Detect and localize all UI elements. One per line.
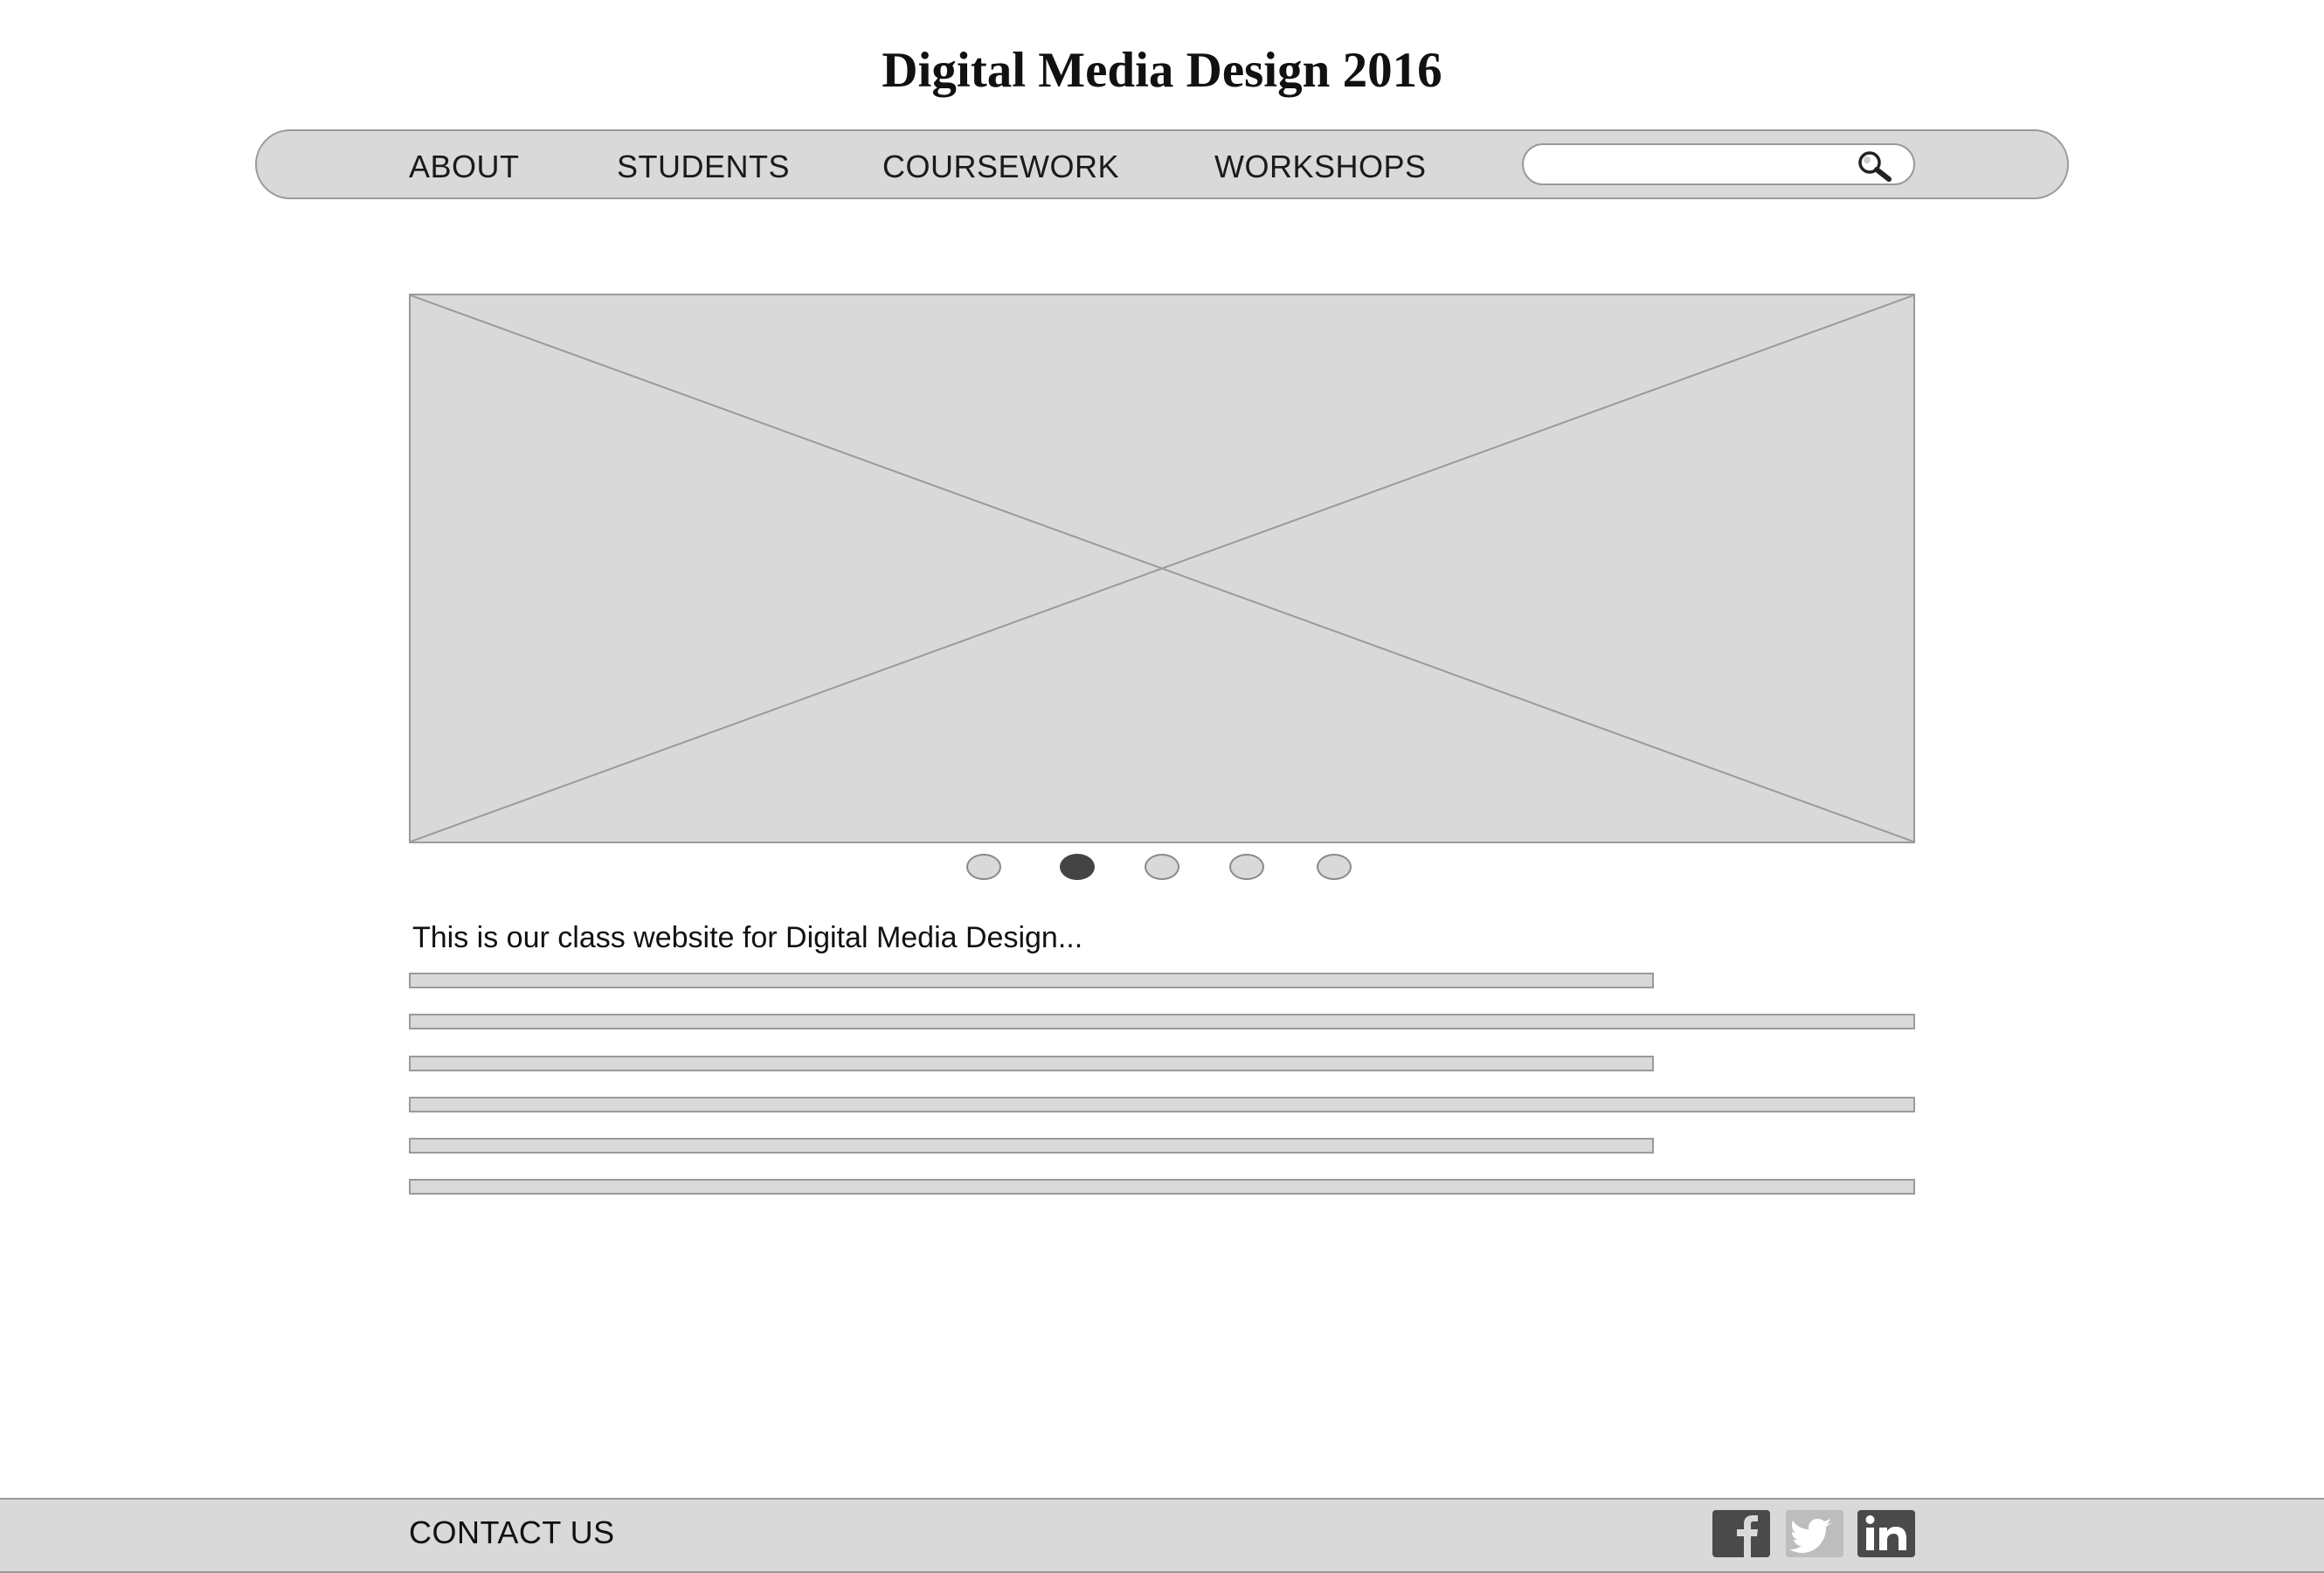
image-placeholder-icon (411, 295, 1913, 842)
carousel-dot-2[interactable] (1060, 854, 1095, 880)
search-input[interactable] (1538, 149, 1856, 182)
nav-item-about[interactable]: ABOUT (409, 149, 520, 185)
placeholder-text-line (409, 1056, 1654, 1071)
search-icon[interactable] (1856, 149, 1894, 184)
carousel-dot-4[interactable] (1229, 854, 1264, 880)
facebook-icon[interactable] (1712, 1510, 1770, 1557)
search-box (1522, 143, 1915, 185)
placeholder-text-line (409, 1179, 1915, 1195)
placeholder-text-line (409, 1138, 1654, 1154)
hero-image-placeholder (409, 294, 1915, 843)
carousel-dot-3[interactable] (1145, 854, 1179, 880)
nav-item-coursework[interactable]: COURSEWORK (882, 149, 1119, 185)
nav-item-students[interactable]: STUDENTS (617, 149, 790, 185)
intro-text: This is our class website for Digital Me… (412, 921, 1083, 954)
carousel-dot-5[interactable] (1317, 854, 1352, 880)
nav-item-workshops[interactable]: WORKSHOPS (1214, 149, 1427, 185)
carousel-dot-1[interactable] (966, 854, 1001, 880)
twitter-icon[interactable] (1786, 1510, 1843, 1557)
linkedin-icon[interactable] (1857, 1510, 1915, 1557)
footer (0, 1498, 2324, 1573)
placeholder-text-line (409, 1014, 1915, 1029)
placeholder-text-line (409, 1097, 1915, 1112)
placeholder-text-line (409, 973, 1654, 988)
contact-us-link[interactable]: CONTACT US (409, 1514, 615, 1551)
site-title: Digital Media Design 2016 (882, 43, 1442, 98)
